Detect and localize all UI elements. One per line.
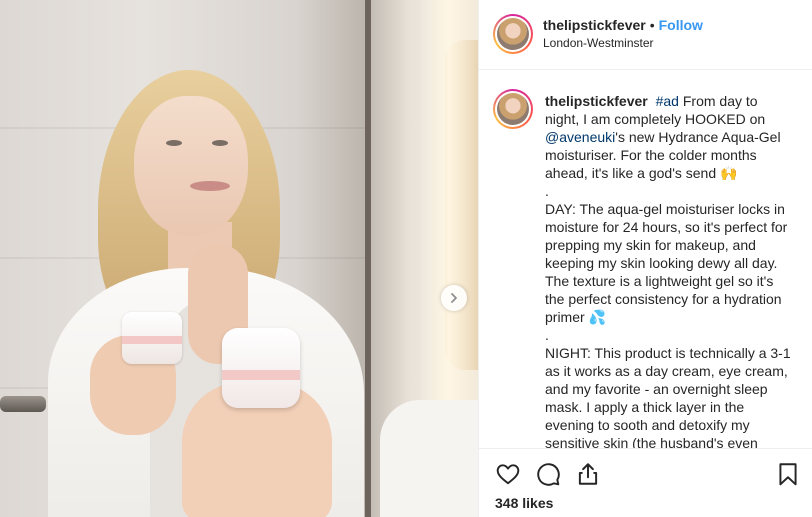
- separator-dot: •: [649, 17, 655, 33]
- avatar-image: [497, 18, 529, 50]
- left-eye: [166, 140, 182, 146]
- share-button[interactable]: [575, 461, 601, 487]
- post-photo[interactable]: [0, 0, 478, 517]
- header-user-row: thelipstickfever • Follow: [543, 17, 703, 33]
- location-link[interactable]: London-Westminster: [543, 36, 654, 50]
- raised-hands-emoji: 🙌: [720, 165, 738, 181]
- right-eye: [212, 140, 228, 146]
- likes-count[interactable]: 348 likes: [495, 495, 553, 511]
- caption-night-paragraph: NIGHT: This product is technically a 3-1…: [545, 345, 791, 448]
- caption-text: thelipstickfever #ad From day to night, …: [545, 92, 793, 448]
- caption-day-paragraph: DAY: The aqua-gel moisturiser locks in m…: [545, 201, 788, 325]
- mention-link[interactable]: @aveneuki: [545, 129, 615, 145]
- username-link[interactable]: thelipstickfever: [543, 17, 646, 33]
- comment-icon: [537, 463, 560, 486]
- caption-username-link[interactable]: thelipstickfever: [545, 93, 648, 109]
- droplets-emoji: 💦: [588, 309, 606, 325]
- post-header: thelipstickfever • Follow London-Westminst…: [479, 0, 812, 70]
- comment-button[interactable]: [535, 461, 561, 487]
- share-icon: [578, 463, 598, 485]
- hashtag-link[interactable]: #ad: [656, 93, 679, 109]
- avatar[interactable]: [493, 14, 533, 54]
- face: [134, 96, 248, 236]
- follow-button[interactable]: Follow: [659, 17, 703, 33]
- save-button[interactable]: [775, 461, 801, 487]
- lips: [190, 181, 230, 191]
- next-image-button[interactable]: [441, 285, 467, 311]
- chevron-right-icon: [451, 293, 457, 303]
- mirror-reflection-robe: [380, 400, 478, 517]
- caption-dot: .: [545, 183, 549, 199]
- tap-fixture: [0, 396, 46, 412]
- post-actions: 348 likes: [479, 448, 812, 517]
- like-button[interactable]: [495, 461, 521, 487]
- caption-area[interactable]: thelipstickfever #ad From day to night, …: [479, 70, 812, 448]
- small-cream-jar: [122, 312, 182, 364]
- mirror-frame: [365, 0, 371, 517]
- caption-dot: .: [545, 327, 549, 343]
- heart-icon: [496, 464, 520, 485]
- avatar-image: [497, 93, 529, 125]
- post-side-panel: thelipstickfever • Follow London-Westminst…: [478, 0, 812, 517]
- large-cream-jar: [222, 328, 300, 408]
- bookmark-icon: [779, 463, 797, 486]
- caption-avatar[interactable]: [493, 89, 533, 129]
